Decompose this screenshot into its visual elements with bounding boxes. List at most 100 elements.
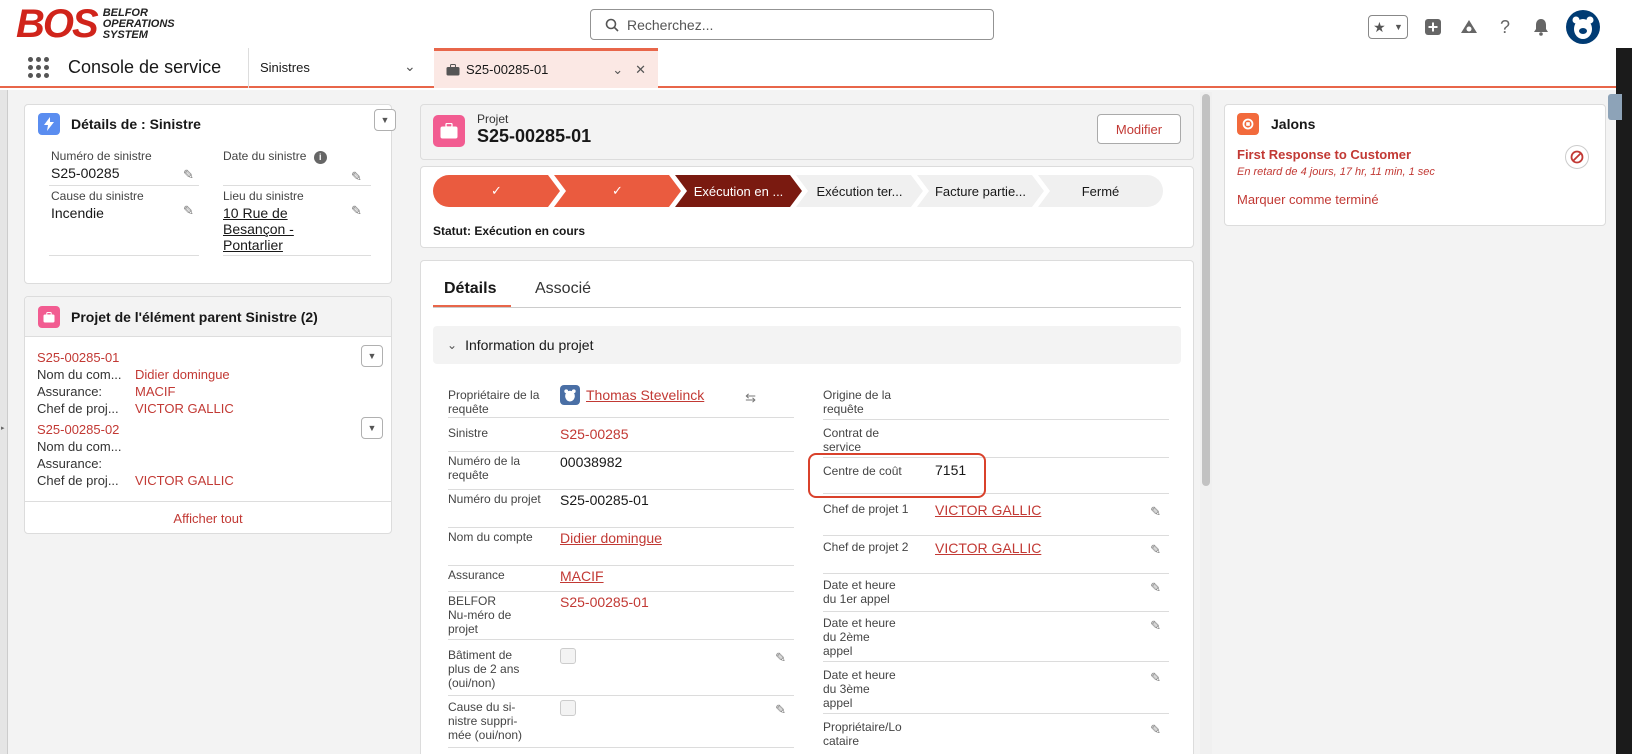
edit-pencil-icon[interactable]: ✎	[775, 702, 786, 718]
rail-toggle-icon[interactable]: ▸	[1, 424, 5, 432]
edit-pencil-icon[interactable]: ✎	[1150, 580, 1161, 596]
plus-square-icon	[1425, 19, 1441, 35]
status-path: ✓ ✓ Exécution en ... Exécution ter... Fa…	[433, 175, 1181, 207]
insurance-value[interactable]: MACIF	[135, 384, 175, 399]
claim-details-menu-button[interactable]: ▼	[374, 109, 396, 131]
path-stage-completed[interactable]: ✓	[554, 175, 681, 207]
cause-value: Incendie	[51, 205, 104, 221]
path-stage-current[interactable]: Exécution en ...	[675, 175, 802, 207]
app-name: Console de service	[68, 57, 222, 77]
chevron-down-icon: ▼	[1393, 22, 1403, 32]
edit-pencil-icon[interactable]: ✎	[1150, 618, 1161, 634]
nav-menu-chevron-icon[interactable]: ⌄	[404, 58, 416, 75]
favorites-button[interactable]: ★ ▼	[1368, 15, 1408, 39]
edit-pencil-icon[interactable]: ✎	[351, 203, 362, 219]
workspace-tab-active[interactable]: S25-00285-01 ⌄ ✕	[434, 48, 658, 88]
edit-pencil-icon[interactable]: ✎	[1150, 670, 1161, 686]
change-owner-icon[interactable]: ⇆	[745, 390, 756, 406]
field-owner-tenant: Propriétaire/Lo cataire ✎	[823, 720, 1169, 754]
tab-details[interactable]: Détails	[444, 280, 496, 298]
utility-tab-icon[interactable]	[1608, 94, 1622, 120]
section-header[interactable]: ⌄ Information du projet	[433, 326, 1181, 364]
insurance-row: Assurance: MACIF	[37, 383, 383, 400]
claim-date-label-text: Date du sinistre	[223, 149, 307, 163]
record-object-label: Projet	[477, 112, 509, 126]
scrollbar-thumb[interactable]	[1202, 94, 1210, 486]
claim-number-value: S25-00285	[51, 165, 120, 181]
claim-number-label: Numéro de sinistre	[51, 149, 152, 163]
bear-avatar-icon	[1572, 16, 1594, 39]
field-label: Chef de projet 1	[823, 502, 909, 516]
pm1-link[interactable]: VICTOR GALLIC	[935, 502, 1041, 518]
owner-link[interactable]: Thomas Stevelinck	[586, 387, 704, 403]
tab-chevron-down-icon[interactable]: ⌄	[612, 62, 623, 78]
related-project-menu-button[interactable]: ▼	[361, 417, 383, 439]
nav-item-sinistres[interactable]: Sinistres	[260, 60, 310, 75]
claim-link[interactable]: S25-00285	[560, 426, 629, 442]
chevron-down-icon: ⌄	[447, 338, 458, 352]
belfor-project-link[interactable]: S25-00285-01	[560, 594, 649, 610]
edit-pencil-icon[interactable]: ✎	[1150, 722, 1161, 738]
global-search-input[interactable]: Recherchez...	[590, 9, 994, 40]
app-logo[interactable]: BOS BELFOR OPERATIONS SYSTEM	[16, 4, 175, 44]
edit-button[interactable]: Modifier	[1097, 114, 1181, 144]
account-label: Nom du com...	[37, 367, 122, 382]
field-label: Contrat de service	[823, 426, 880, 454]
pm-value[interactable]: VICTOR GALLIC	[135, 473, 234, 488]
briefcase-icon	[446, 63, 460, 75]
right-edge-panel	[1616, 48, 1632, 754]
path-stage[interactable]: Exécution ter...	[796, 175, 923, 207]
field-value: S25-00285-01	[560, 492, 649, 508]
field-cause-removed: Cause du si-nistre suppri-mée (oui/non) …	[448, 700, 794, 748]
help-button[interactable]: ?	[1494, 16, 1516, 38]
info-icon[interactable]: i	[313, 150, 327, 164]
trailhead-button[interactable]	[1458, 16, 1480, 38]
related-project-link[interactable]: S25-00285-02	[37, 421, 383, 438]
field-label: Numéro du projet	[448, 492, 541, 506]
path-stage-completed[interactable]: ✓	[433, 175, 560, 207]
nav-divider	[248, 48, 249, 88]
user-avatar[interactable]	[1566, 10, 1600, 44]
pm-value[interactable]: VICTOR GALLIC	[135, 401, 234, 416]
claim-date-field: Date du sinistre i ✎	[223, 149, 373, 184]
account-link[interactable]: Didier domingue	[560, 530, 662, 546]
field-account: Nom du compte Didier domingue	[448, 530, 794, 566]
insurance-link[interactable]: MACIF	[560, 568, 604, 584]
related-project-link[interactable]: S25-00285-01	[37, 349, 383, 366]
path-stage[interactable]: Fermé	[1038, 175, 1163, 207]
edit-pencil-icon[interactable]: ✎	[351, 169, 362, 185]
field-insurance: Assurance MACIF	[448, 568, 794, 592]
pm-row: Chef de proj... VICTOR GALLIC	[37, 472, 383, 489]
logo-mark: BOS	[16, 2, 99, 46]
pm-label: Chef de proj...	[37, 401, 119, 416]
field-request-number: Numéro de la requête 00038982	[448, 454, 794, 490]
card-footer-divider	[25, 501, 391, 502]
field-label: Bâtiment de plus de 2 ans (oui/non)	[448, 648, 520, 690]
view-all-link[interactable]: Afficher tout	[25, 511, 391, 526]
field-label: Origine de la requête	[823, 388, 892, 416]
tab-associe[interactable]: Associé	[535, 280, 591, 298]
account-value[interactable]: Didier domingue	[135, 367, 230, 382]
path-stage[interactable]: Facture partie...	[917, 175, 1044, 207]
field-first-call: Date et heure du 1er appel ✎	[823, 578, 1169, 612]
field-third-call: Date et heure du 3ème appel ✎	[823, 668, 1169, 714]
edit-pencil-icon[interactable]: ✎	[183, 167, 194, 183]
notifications-button[interactable]	[1530, 16, 1552, 38]
pm2-link[interactable]: VICTOR GALLIC	[935, 540, 1041, 556]
edit-pencil-icon[interactable]: ✎	[1150, 504, 1161, 520]
edit-pencil-icon[interactable]: ✎	[1150, 542, 1161, 558]
logo-line-3: SYSTEM	[102, 28, 148, 41]
tab-close-icon[interactable]: ✕	[635, 62, 646, 78]
checkbox	[560, 648, 576, 664]
mark-complete-link[interactable]: Marquer comme terminé	[1237, 192, 1379, 207]
milestone-name[interactable]: First Response to Customer	[1237, 147, 1411, 162]
global-actions-button[interactable]	[1422, 16, 1444, 38]
location-line-3: Pontarlier	[223, 237, 283, 253]
app-launcher-icon[interactable]	[28, 57, 50, 79]
workspace-tab-label: S25-00285-01	[466, 62, 549, 77]
edit-pencil-icon[interactable]: ✎	[775, 650, 786, 666]
field-divider	[49, 185, 199, 186]
edit-pencil-icon[interactable]: ✎	[183, 203, 194, 219]
pm-row: Chef de proj... VICTOR GALLIC	[37, 400, 383, 417]
related-project-menu-button[interactable]: ▼	[361, 345, 383, 367]
